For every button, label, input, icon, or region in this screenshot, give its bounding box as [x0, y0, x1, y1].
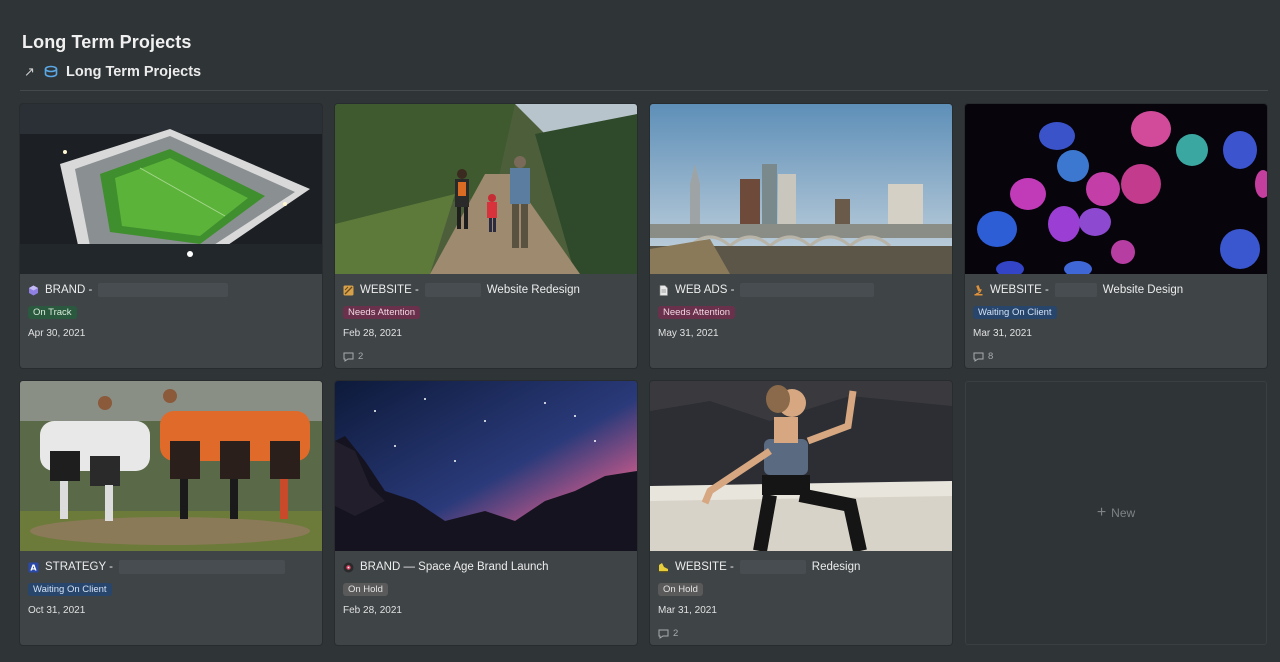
card-title-suffix: Redesign [811, 561, 861, 573]
redacted-text [424, 283, 481, 297]
gallery-card[interactable]: WEBSITE - Website Redesign Needs Attenti… [335, 104, 637, 368]
svg-text:A: A [30, 563, 37, 572]
card-title: BRAND — Space Age Brand Launch [343, 560, 629, 574]
card-title-suffix: Website Design [1102, 284, 1184, 296]
gallery-grid: BRAND - On Track Apr 30, 2021 WEBSITE - … [20, 104, 1267, 645]
status-badge: Waiting On Client [28, 583, 112, 596]
comment-count-value: 2 [673, 628, 679, 639]
card-cover-image [20, 381, 322, 551]
new-card-button[interactable]: + New [965, 381, 1267, 645]
gallery-card[interactable]: WEBSITE - Redesign On Hold Mar 31, 2021 … [650, 381, 952, 645]
divider [20, 90, 1268, 91]
gallery-card[interactable]: WEB ADS - Needs Attention May 31, 2021 [650, 104, 952, 368]
redacted-text [1054, 283, 1097, 297]
card-title-suffix: Website Redesign [486, 284, 580, 296]
document-icon [659, 284, 668, 296]
comment-icon [973, 352, 984, 362]
redacted-text [98, 283, 229, 297]
card-title-text: BRAND - [45, 284, 93, 296]
status-badge: Needs Attention [658, 306, 736, 319]
status-badge: On Hold [658, 583, 703, 596]
redacted-text [118, 560, 285, 574]
pencil-pattern-icon [343, 285, 354, 295]
comment-icon [658, 629, 669, 639]
shoe-icon [659, 562, 668, 572]
card-title: WEBSITE - Website Redesign [343, 283, 629, 297]
page-title: Long Term Projects [22, 32, 192, 52]
due-date: Feb 28, 2021 [343, 605, 402, 616]
card-title: WEBSITE - Website Design [973, 283, 1259, 297]
card-title-text: WEB ADS - [675, 284, 735, 296]
card-title: WEBSITE - Redesign [658, 560, 944, 574]
redacted-text [740, 283, 875, 297]
gallery-card[interactable]: A STRATEGY - Waiting On Client Oct 31, 2… [20, 381, 322, 645]
due-date: Oct 31, 2021 [28, 605, 86, 616]
comment-icon [343, 352, 354, 362]
card-cover-image [650, 104, 952, 274]
card-title-text: BRAND — Space Age Brand Launch [360, 561, 549, 573]
linked-database-view[interactable]: ↗ Long Term Projects [24, 64, 201, 80]
card-cover-image [335, 104, 637, 274]
gallery-card[interactable]: BRAND — Space Age Brand Launch On Hold F… [335, 381, 637, 645]
status-badge: Waiting On Client [973, 306, 1057, 319]
link-arrow-icon: ↗ [24, 64, 35, 79]
card-cover-image [965, 104, 1267, 274]
status-badge: On Track [28, 306, 77, 319]
card-title-text: WEBSITE - [675, 561, 734, 573]
card-title-text: WEBSITE - [360, 284, 419, 296]
gallery-card[interactable]: WEBSITE - Website Design Waiting On Clie… [965, 104, 1267, 368]
comment-count: 8 [973, 351, 1259, 362]
card-title: BRAND - [28, 283, 314, 297]
due-date: Feb 28, 2021 [343, 328, 402, 339]
new-card-label: New [1111, 506, 1136, 520]
card-title-text: WEBSITE - [990, 284, 1049, 296]
comment-count-value: 2 [358, 351, 364, 362]
status-badge: On Hold [343, 583, 388, 596]
card-title: A STRATEGY - [28, 560, 314, 574]
card-cover-image [650, 381, 952, 551]
comment-count: 2 [658, 628, 944, 639]
strategy-icon: A [28, 562, 39, 572]
due-date: Mar 31, 2021 [658, 605, 717, 616]
redacted-text [739, 560, 806, 574]
card-title-text: STRATEGY - [45, 561, 113, 573]
cube-icon [29, 285, 38, 295]
due-date: May 31, 2021 [658, 328, 719, 339]
card-cover-image [20, 104, 322, 274]
gallery-card[interactable]: BRAND - On Track Apr 30, 2021 [20, 104, 322, 368]
comment-count-value: 8 [988, 351, 994, 362]
database-icon [44, 65, 58, 78]
card-cover-image [335, 381, 637, 551]
due-date: Mar 31, 2021 [973, 328, 1032, 339]
microscope-icon [974, 284, 983, 295]
due-date: Apr 30, 2021 [28, 328, 86, 339]
comment-count: 2 [343, 351, 629, 362]
card-title: WEB ADS - [658, 283, 944, 297]
plus-icon: + [1096, 504, 1107, 521]
view-label: Long Term Projects [66, 64, 202, 80]
vinyl-icon [343, 562, 354, 572]
status-badge: Needs Attention [343, 306, 421, 319]
